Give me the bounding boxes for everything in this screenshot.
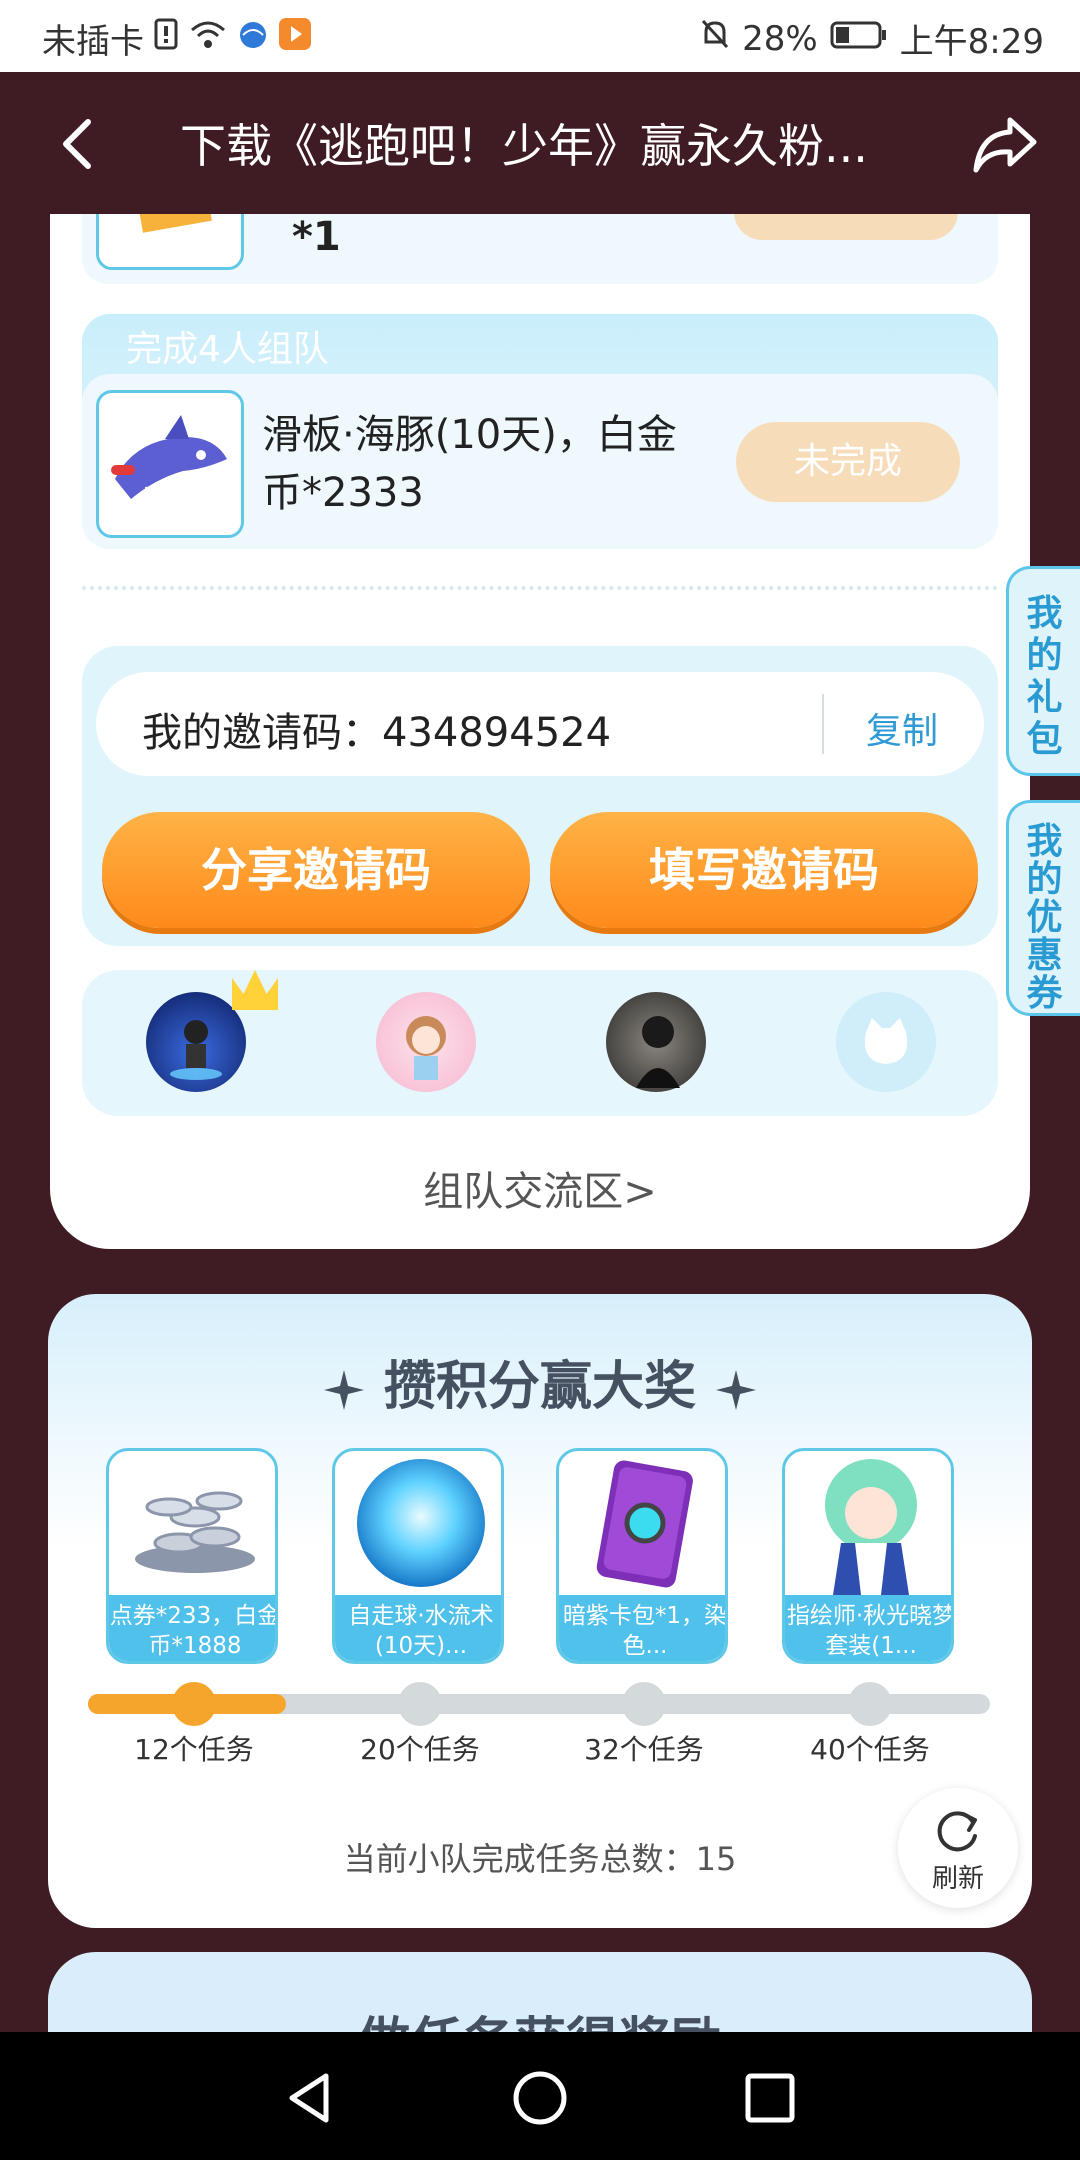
square-recents-icon: [745, 2073, 795, 2123]
water-ball-icon: [335, 1451, 501, 1595]
clock: 上午8:29: [899, 22, 1044, 62]
carrier-text: 未插卡: [42, 22, 144, 62]
invite-panel: 我的邀请码：434894524 复制 分享邀请码 填写邀请码: [82, 646, 998, 946]
share-arrow-icon: [973, 117, 1037, 173]
team-chat-link[interactable]: 组队交流区>: [50, 1159, 1030, 1217]
prize-card[interactable]: 暗紫卡包*1，染色...: [556, 1448, 728, 1664]
mute-bell-icon: [700, 18, 730, 59]
team-task-total: 当前小队完成任务总数：15: [343, 1840, 737, 1878]
tab-char: 惠: [1026, 935, 1063, 976]
prize-caption: 暗紫卡包*1，染色...: [559, 1595, 725, 1661]
task-body: 滑板·海豚(10天)，白金币*2333 未完成: [82, 374, 998, 549]
refresh-button[interactable]: 刷新: [898, 1788, 1018, 1908]
battery-percent: 28%: [742, 18, 818, 59]
status-right: 28% 上午8:29: [700, 14, 1044, 63]
dolphin-skateboard-icon: [96, 390, 244, 538]
system-nav-bar: [0, 2032, 1080, 2160]
page-title: 下载《逃跑吧！少年》赢永久粉...: [180, 119, 868, 173]
tab-char: 包: [1026, 719, 1063, 760]
invite-code-text: 我的邀请码：434894524: [142, 710, 612, 756]
chevron-left-icon: [63, 119, 91, 169]
top-nav-bar: 下载《逃跑吧！少年》赢永久粉...: [0, 72, 1080, 214]
tab-char: 券: [1026, 973, 1063, 1014]
sparkle-icon: [716, 1370, 756, 1410]
task-item-team: 完成4人组队 滑板·海豚(10天)，白金币*2333 未完成: [82, 314, 998, 549]
dotted-divider: [82, 586, 998, 590]
milestone-node: [622, 1682, 666, 1726]
previous-task-item: *1: [82, 214, 998, 284]
crown-icon: [232, 970, 278, 1010]
milestone-label: 40个任务: [810, 1733, 930, 1766]
battery-icon: [830, 19, 888, 59]
triangle-back-icon: [289, 2073, 329, 2123]
sparkle-icon: [323, 1370, 364, 1410]
character-outfit-icon: [785, 1451, 951, 1595]
avatar-member-3[interactable]: [606, 992, 706, 1092]
milestone-node: [172, 1682, 216, 1726]
status-left: 未插卡: [42, 14, 312, 63]
prize-caption: 点券*233，白金币*1888: [109, 1595, 275, 1661]
copy-button[interactable]: 复制: [866, 702, 938, 754]
card-pack-icon: [559, 1451, 725, 1595]
previous-task-text: *1: [292, 214, 341, 260]
coins-icon: [109, 1451, 275, 1595]
avatar-empty-slot[interactable]: [836, 992, 936, 1092]
milestone-node: [848, 1682, 892, 1726]
video-app-icon: [278, 17, 312, 60]
tab-char: 礼: [1026, 677, 1063, 718]
wifi-icon: [188, 18, 228, 59]
task-reward-text: 滑板·海豚(10天)，白金币*2333: [262, 412, 677, 516]
enter-invite-code-button[interactable]: 填写邀请码: [550, 812, 978, 928]
tab-char: 优: [1026, 897, 1063, 938]
share-button[interactable]: [970, 110, 1040, 180]
avatar-member-2[interactable]: [376, 992, 476, 1092]
prize-card[interactable]: 自走球·水流术(10天)...: [332, 1448, 504, 1664]
browser-icon: [238, 19, 268, 59]
tab-char: 的: [1026, 635, 1063, 676]
refresh-label: 刷新: [931, 1864, 984, 1894]
prize-caption: 指绘师·秋光晓梦套装(1...: [785, 1595, 951, 1661]
task-tag: 完成4人组队: [126, 329, 329, 370]
rewards-title: 攒积分赢大奖: [48, 1344, 1032, 1419]
nav-back-button[interactable]: [280, 2068, 340, 2132]
my-gift-pack-tab[interactable]: 我 的 礼 包: [1006, 566, 1080, 776]
nav-home-button[interactable]: [510, 2068, 570, 2132]
circle-home-icon: [513, 2071, 567, 2125]
sim-alert-icon: [154, 18, 178, 59]
invite-code-box: 我的邀请码：434894524 复制: [96, 672, 984, 776]
prize-icon: [96, 214, 244, 270]
rewards-card: 攒积分赢大奖 点券*233，白金币*1888 自走球·水流术(10天)... 暗…: [48, 1294, 1032, 1928]
tab-char: 我: [1026, 593, 1063, 634]
prize-caption: 自走球·水流术(10天)...: [335, 1595, 501, 1661]
divider: [822, 694, 824, 754]
milestone-label: 32个任务: [584, 1733, 704, 1766]
task-status-button[interactable]: 未完成: [736, 422, 960, 502]
avatar-leader[interactable]: [146, 992, 246, 1092]
back-button[interactable]: [50, 114, 110, 174]
tab-char: 的: [1026, 859, 1063, 900]
previous-task-status-button[interactable]: [734, 214, 958, 240]
my-coupons-tab[interactable]: 我 的 优 惠 券: [1006, 800, 1080, 1016]
status-bar: 未插卡 28% 上午8:29: [0, 0, 1080, 72]
milestone-node: [398, 1682, 442, 1726]
app-root: 未插卡 28% 上午8:29 下载《逃跑吧！少年》赢永久粉... *1 完成4人…: [0, 0, 1080, 2160]
tab-char: 我: [1026, 821, 1063, 862]
nav-recents-button[interactable]: [740, 2068, 800, 2132]
milestone-label: 20个任务: [360, 1733, 480, 1766]
prize-card[interactable]: 指绘师·秋光晓梦套装(1...: [782, 1448, 954, 1664]
team-members: [82, 970, 998, 1116]
team-task-card: *1 完成4人组队 滑板·海豚(10天)，白金币*2333 未完成 我的邀请码：…: [50, 214, 1030, 1249]
rewards-title-text: 攒积分赢大奖: [383, 1357, 696, 1417]
prize-card[interactable]: 点券*233，白金币*1888: [106, 1448, 278, 1664]
share-invite-code-button[interactable]: 分享邀请码: [102, 812, 530, 928]
refresh-icon: [937, 1811, 977, 1852]
milestone-label: 12个任务: [134, 1733, 254, 1766]
